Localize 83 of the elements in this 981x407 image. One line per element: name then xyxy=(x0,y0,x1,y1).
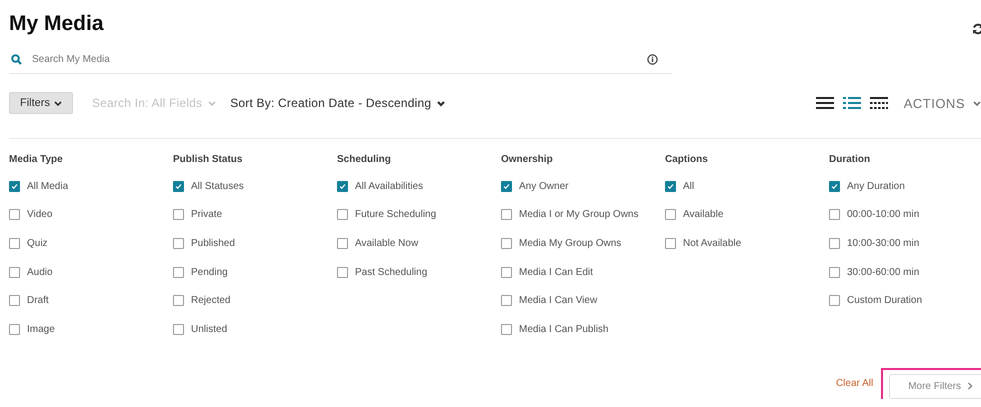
checkbox-label: Draft xyxy=(27,295,49,306)
checkbox[interactable] xyxy=(173,238,184,249)
checkbox-label: Media My Group Owns xyxy=(519,238,622,249)
checkbox[interactable] xyxy=(9,238,20,249)
checkbox-label: Private xyxy=(191,209,222,220)
checkbox[interactable] xyxy=(665,180,676,192)
checkbox[interactable] xyxy=(829,266,840,278)
checkbox[interactable] xyxy=(337,266,348,278)
checkbox-label: 30:00-60:00 min xyxy=(847,266,920,278)
checkbox[interactable] xyxy=(173,266,184,278)
checkbox[interactable] xyxy=(9,324,20,335)
filter-group-title: Duration xyxy=(829,154,872,167)
caret-icon xyxy=(208,100,216,106)
checkbox-label: Any Duration xyxy=(847,180,905,192)
grid-view-icon[interactable] xyxy=(870,96,888,110)
checkbox-label: Custom Duration xyxy=(847,295,922,306)
checkbox-label: Published xyxy=(191,238,235,249)
filter-group-title: Ownership xyxy=(501,154,554,167)
sort-dropdown[interactable]: Sort By: Creation Date - Descending xyxy=(230,96,446,110)
checkbox-label: Quiz xyxy=(27,238,48,249)
checkbox-label: All Statuses xyxy=(191,180,244,192)
filters-button[interactable]: Filters xyxy=(9,92,73,114)
checkbox-label: Available xyxy=(683,209,724,220)
checkbox[interactable] xyxy=(337,180,348,192)
checkbox[interactable] xyxy=(173,295,184,306)
checkbox[interactable] xyxy=(829,180,840,192)
checkbox[interactable] xyxy=(173,324,184,335)
more-filters-button[interactable]: More Filters xyxy=(889,374,981,399)
checkbox[interactable] xyxy=(501,209,512,220)
checkbox-label: Media I or My Group Owns xyxy=(519,209,638,220)
page-title: My Media xyxy=(9,12,105,36)
filter-group-title: Publish Status xyxy=(173,154,244,167)
checkbox[interactable] xyxy=(501,295,512,306)
filter-group-title: Scheduling xyxy=(337,154,392,167)
checkbox[interactable] xyxy=(173,180,184,192)
caret-icon xyxy=(437,100,446,106)
actions-dropdown[interactable]: ACTIONS xyxy=(904,96,981,110)
checkbox[interactable] xyxy=(829,295,840,306)
checkbox-label: Audio xyxy=(27,266,53,278)
checkbox[interactable] xyxy=(829,238,840,249)
checkbox[interactable] xyxy=(665,209,676,220)
checkbox-label: Pending xyxy=(191,266,228,278)
checkbox-label: Not Available xyxy=(683,238,742,249)
checkbox-label: Unlisted xyxy=(191,324,228,335)
checkbox-label: All Media xyxy=(27,180,68,192)
refresh-icon[interactable] xyxy=(972,23,981,35)
checkbox[interactable] xyxy=(665,238,676,249)
checkbox-label: Media I Can Publish xyxy=(519,324,608,335)
clear-all-link[interactable]: Clear All xyxy=(836,378,874,389)
chevron-right-icon xyxy=(967,382,973,390)
checkbox[interactable] xyxy=(337,209,348,220)
checkbox[interactable] xyxy=(501,180,512,192)
checkbox-label: Video xyxy=(27,209,52,220)
checkbox[interactable] xyxy=(337,238,348,249)
checkbox-label: All xyxy=(683,180,694,192)
checkbox-label: 00:00-10:00 min xyxy=(847,209,920,220)
detailed-view-icon[interactable] xyxy=(842,96,861,110)
checkbox-label: 10:00-30:00 min xyxy=(847,238,920,249)
checkbox-label: Future Scheduling xyxy=(355,209,436,220)
caret-icon xyxy=(54,100,62,106)
checkbox-label: Available Now xyxy=(355,238,418,249)
checkbox[interactable] xyxy=(829,209,840,220)
list-view-icon[interactable] xyxy=(816,96,834,110)
checkbox[interactable] xyxy=(501,266,512,278)
checkbox[interactable] xyxy=(9,295,20,306)
checkbox-label: Any Owner xyxy=(519,180,568,192)
search-icon xyxy=(11,54,22,65)
checkbox[interactable] xyxy=(501,324,512,335)
info-icon[interactable] xyxy=(647,54,658,65)
filter-group-title: Captions xyxy=(665,154,709,167)
checkbox-label: Media I Can Edit xyxy=(519,266,593,278)
checkbox-label: Rejected xyxy=(191,295,230,306)
caret-icon xyxy=(973,100,981,106)
checkbox[interactable] xyxy=(9,209,20,220)
checkbox-label: All Availabilities xyxy=(355,180,424,192)
checkbox[interactable] xyxy=(501,238,512,249)
checkbox-label: Image xyxy=(27,324,55,335)
checkbox[interactable] xyxy=(9,180,20,192)
checkbox-label: Media I Can View xyxy=(519,295,598,306)
checkbox[interactable] xyxy=(173,209,184,220)
filter-group-title: Media Type xyxy=(9,154,64,167)
checkbox[interactable] xyxy=(9,266,20,278)
checkbox-label: Past Scheduling xyxy=(355,266,428,278)
